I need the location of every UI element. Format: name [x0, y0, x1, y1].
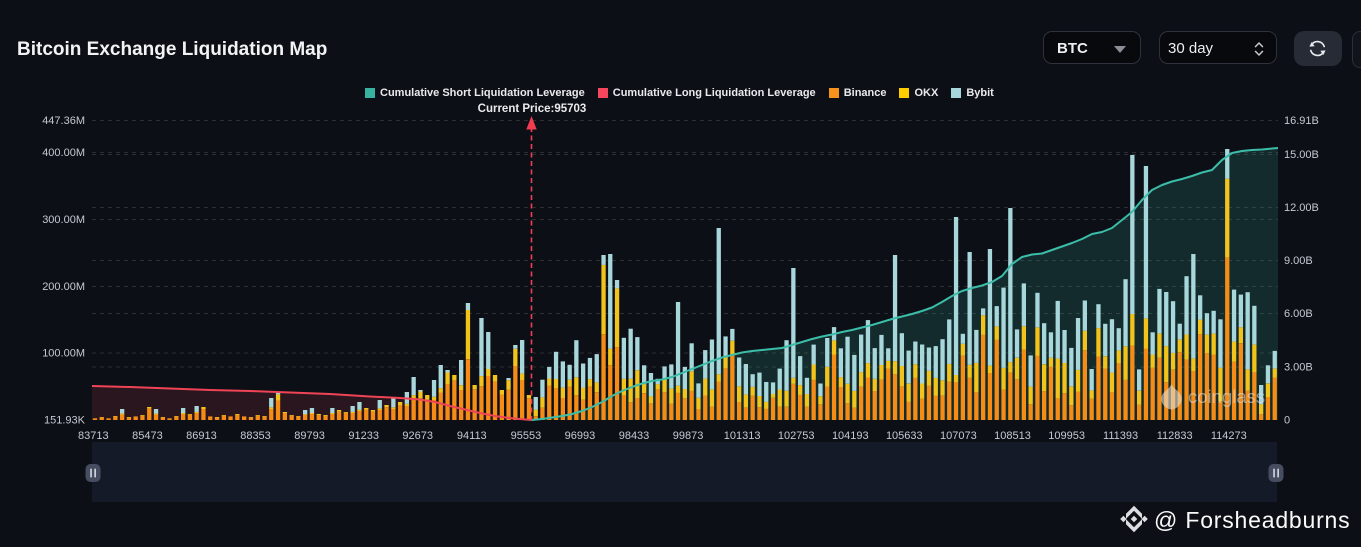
svg-text:114273: 114273 — [1211, 430, 1247, 442]
svg-text:85473: 85473 — [132, 430, 163, 442]
svg-text:96993: 96993 — [565, 430, 596, 442]
svg-text:86913: 86913 — [186, 430, 217, 442]
svg-text:15.00B: 15.00B — [1284, 149, 1319, 161]
svg-text:108513: 108513 — [994, 430, 1031, 442]
svg-text:12.00B: 12.00B — [1284, 202, 1319, 214]
svg-text:16.91B: 16.91B — [1284, 115, 1319, 127]
svg-text:6.00B: 6.00B — [1284, 308, 1313, 320]
svg-text:100.00M: 100.00M — [42, 348, 85, 360]
svg-text:200.00M: 200.00M — [42, 281, 85, 293]
svg-text:300.00M: 300.00M — [42, 214, 85, 226]
svg-text:109953: 109953 — [1048, 430, 1085, 442]
svg-text:151.93K: 151.93K — [44, 415, 86, 427]
svg-text:101313: 101313 — [724, 430, 761, 442]
svg-text:112833: 112833 — [1157, 430, 1193, 442]
svg-text:0: 0 — [1284, 415, 1290, 427]
svg-text:107073: 107073 — [940, 430, 977, 442]
svg-text:102753: 102753 — [778, 430, 815, 442]
svg-text:88353: 88353 — [240, 430, 271, 442]
svg-text:99873: 99873 — [673, 430, 704, 442]
svg-text:3.00B: 3.00B — [1284, 362, 1313, 374]
svg-text:111393: 111393 — [1103, 430, 1138, 442]
svg-text:400.00M: 400.00M — [42, 147, 85, 159]
svg-text:94113: 94113 — [457, 430, 487, 442]
svg-text:92673: 92673 — [402, 430, 433, 442]
svg-text:104193: 104193 — [832, 430, 869, 442]
svg-text:98433: 98433 — [619, 430, 650, 442]
svg-text:9.00B: 9.00B — [1284, 255, 1313, 267]
svg-text:89793: 89793 — [294, 430, 325, 442]
svg-text:447.36M: 447.36M — [42, 115, 85, 127]
svg-text:83713: 83713 — [78, 430, 109, 442]
svg-text:95553: 95553 — [511, 430, 542, 442]
svg-text:105633: 105633 — [886, 430, 923, 442]
svg-text:91233: 91233 — [348, 430, 379, 442]
